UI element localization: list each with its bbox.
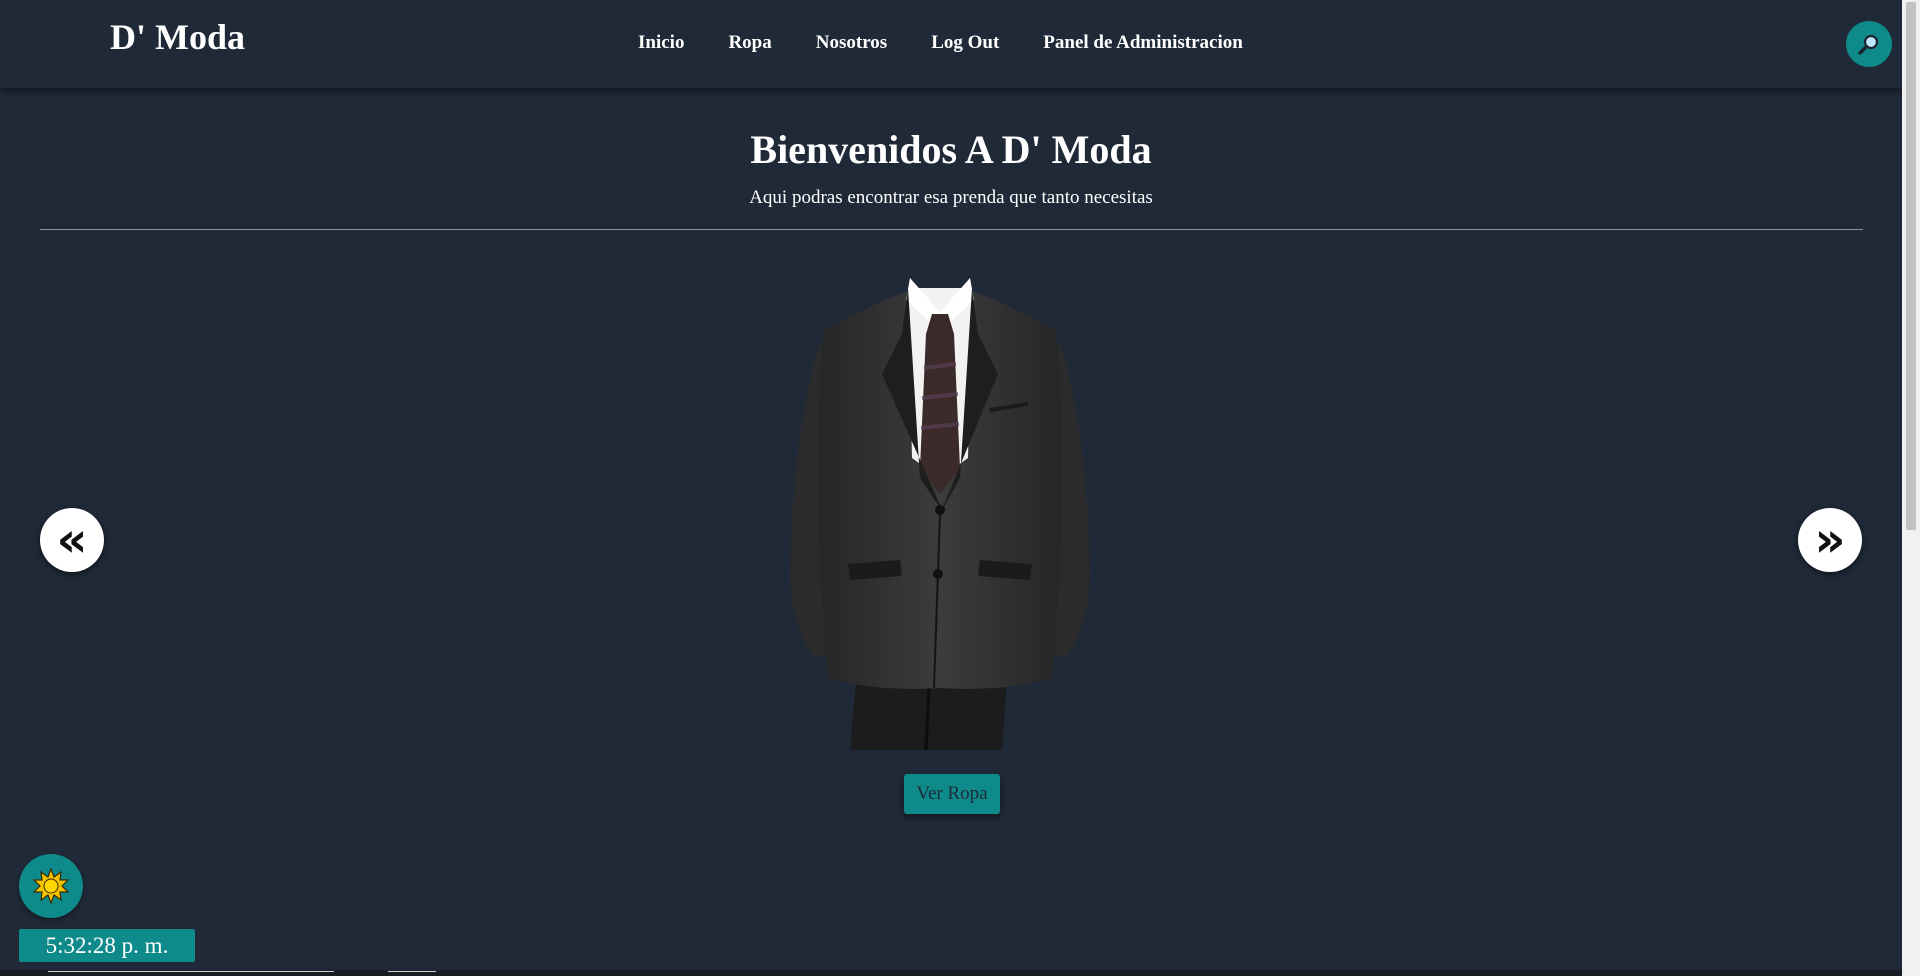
brand-logo[interactable]: D' Moda [110, 16, 245, 58]
nav-link-inicio[interactable]: Inicio [638, 32, 684, 54]
double-chevron-right-icon: » [1814, 512, 1846, 568]
page-scrollbar[interactable] [1902, 0, 1920, 976]
carousel-prev-button[interactable]: « [40, 508, 104, 572]
nav-link-nosotros[interactable]: Nosotros [816, 32, 887, 54]
search-icon [1858, 34, 1879, 55]
scrollbar-thumb[interactable] [1906, 2, 1916, 530]
suit-image [790, 278, 1090, 750]
hero-subtitle: Aqui podras encontrar esa prenda que tan… [749, 187, 1153, 208]
clock-display: 5:32:28 p. m. [19, 929, 195, 962]
carousel-next-button[interactable]: » [1798, 508, 1862, 572]
nav-links: Inicio Ropa Nosotros Log Out Panel de Ad… [638, 32, 1243, 54]
ver-ropa-button[interactable]: Ver Ropa [904, 774, 1000, 814]
hero-divider [40, 229, 1863, 230]
sun-icon [33, 868, 69, 904]
double-chevron-left-icon: « [56, 512, 88, 568]
bottom-strip [0, 970, 1902, 976]
nav-link-ropa[interactable]: Ropa [728, 32, 771, 54]
theme-toggle-button[interactable] [19, 854, 83, 918]
search-button[interactable] [1846, 21, 1892, 67]
nav-link-logout[interactable]: Log Out [931, 32, 999, 54]
navbar: D' Moda Inicio Ropa Nosotros Log Out Pan… [0, 0, 1902, 88]
nav-link-admin-panel[interactable]: Panel de Administracion [1043, 32, 1243, 54]
hero-title: Bienvenidos A D' Moda [750, 127, 1152, 172]
